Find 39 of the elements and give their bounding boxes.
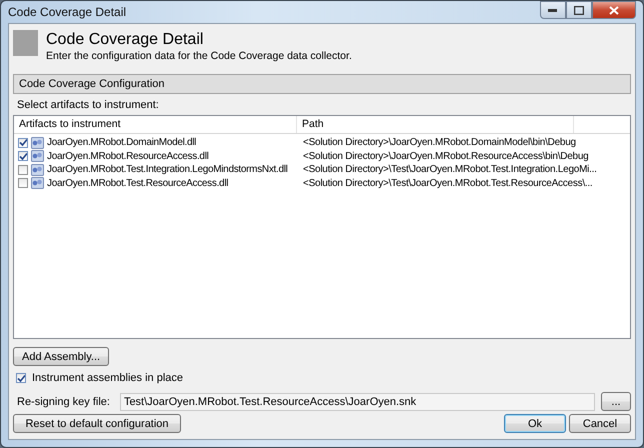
add-assembly-button[interactable]: Add Assembly... bbox=[13, 347, 110, 366]
window-title: Code Coverage Detail bbox=[8, 5, 126, 19]
dialog-subtitle: Enter the configuration data for the Code Coverage data collector. bbox=[46, 50, 352, 62]
artifacts-label: Select artifacts to instrument: bbox=[16, 98, 160, 113]
artifact-path: <Solution Directory>\Test\JoarOyen.MRobot.Test.Integration.LegoMi... bbox=[303, 164, 597, 176]
artifact-name: JoarOyen.MRobot.ResourceAccess.dll bbox=[47, 150, 209, 162]
artifact-path: <Solution Directory>\JoarOyen.MRobot.ResourceAccess\bin\Debug bbox=[303, 150, 588, 162]
dialog-button[interactable]: Cancel bbox=[569, 414, 631, 433]
section-header: Code Coverage Configuration bbox=[13, 74, 631, 94]
minimize-icon bbox=[548, 8, 558, 12]
dialog-title: Code Coverage Detail bbox=[46, 31, 204, 49]
artifact-name: JoarOyen.MRobot.DomainModel.dll bbox=[47, 137, 196, 148]
reset-button[interactable]: Reset to default configuration bbox=[13, 414, 181, 433]
placeholder-icon bbox=[13, 30, 38, 56]
column-header[interactable]: Artifacts to instrument bbox=[14, 116, 297, 133]
checkbox[interactable] bbox=[16, 373, 26, 383]
dialog-button[interactable]: Ok bbox=[504, 414, 566, 433]
maximize-button[interactable] bbox=[566, 1, 592, 19]
column-header[interactable]: Path bbox=[297, 116, 574, 133]
key-file-field[interactable]: Test\JoarOyen.MRobot.Test.ResourceAccess\JoarOyen.snk bbox=[120, 392, 595, 410]
close-icon bbox=[609, 6, 619, 14]
artifact-path: <Solution Directory>\Test\JoarOyen.MRobot.Test.ResourceAccess\... bbox=[303, 178, 592, 189]
artifact-path: <Solution Directory>\JoarOyen.MRobot.DomainModel\bin\Debug bbox=[303, 137, 576, 148]
artifact-name: JoarOyen.MRobot.Test.ResourceAccess.dll bbox=[47, 178, 228, 189]
checkbox-label: Instrument assemblies in place bbox=[32, 372, 184, 384]
close-button[interactable] bbox=[592, 1, 636, 19]
assembly-icon bbox=[31, 177, 44, 190]
checkbox[interactable] bbox=[18, 178, 28, 188]
assembly-icon bbox=[31, 164, 44, 176]
assembly-icon bbox=[31, 150, 44, 162]
checkbox[interactable] bbox=[18, 164, 28, 175]
key-file-label: Re-signing key file: bbox=[17, 396, 110, 408]
checkbox[interactable] bbox=[18, 138, 28, 148]
assembly-icon bbox=[31, 136, 44, 149]
checkbox[interactable] bbox=[18, 151, 28, 162]
maximize-icon bbox=[574, 6, 584, 14]
minimize-button[interactable] bbox=[540, 1, 566, 19]
artifact-name: JoarOyen.MRobot.Test.Integration.LegoMindstormsNxt.dll bbox=[47, 164, 288, 176]
browse-button[interactable]: ... bbox=[601, 392, 631, 411]
